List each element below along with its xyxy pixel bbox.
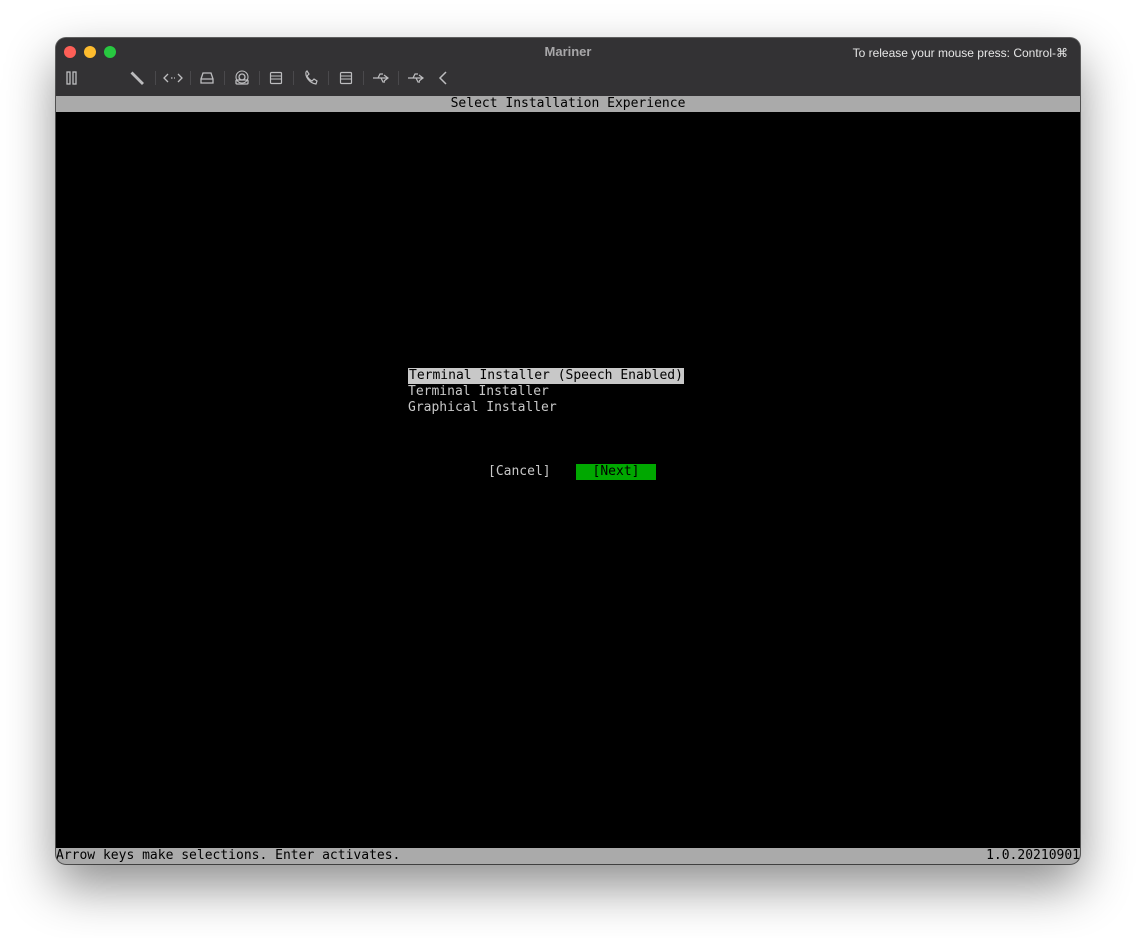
disk-icon[interactable] <box>268 68 284 88</box>
disk-icon[interactable] <box>338 68 354 88</box>
option-graphical-installer[interactable]: Graphical Installer <box>408 400 684 416</box>
next-button[interactable]: [Next] <box>576 464 656 480</box>
option-terminal-installer-speech[interactable]: Terminal Installer (Speech Enabled) <box>408 368 684 384</box>
hard-drive-icon[interactable] <box>198 68 216 88</box>
chevron-left-icon[interactable] <box>436 68 450 88</box>
status-help-text: Arrow keys make selections. Enter activa… <box>56 848 401 863</box>
vm-console-screen[interactable]: Select Installation Experience Terminal … <box>56 96 1080 864</box>
usb-icon[interactable] <box>371 68 391 88</box>
phone-icon[interactable] <box>302 68 320 88</box>
status-bar: Arrow keys make selections. Enter activa… <box>56 848 1080 864</box>
installer-options-list: Terminal Installer (Speech Enabled) Term… <box>408 368 684 416</box>
title-bar: Mariner To release your mouse press: Con… <box>56 38 1080 97</box>
cancel-button[interactable]: [Cancel] <box>488 464 551 480</box>
camera-icon[interactable] <box>233 68 251 88</box>
version-label: 1.0.20210901 <box>986 848 1080 863</box>
wrench-icon[interactable] <box>128 68 146 88</box>
screen-header: Select Installation Experience <box>56 96 1080 112</box>
usb-icon[interactable] <box>406 68 426 88</box>
pause-icon[interactable] <box>64 68 80 88</box>
vm-window: Mariner To release your mouse press: Con… <box>56 38 1080 864</box>
option-terminal-installer[interactable]: Terminal Installer <box>408 384 684 400</box>
mouse-release-hint: To release your mouse press: Control-⌘ <box>852 46 1068 60</box>
code-arrows-icon[interactable] <box>162 68 184 88</box>
